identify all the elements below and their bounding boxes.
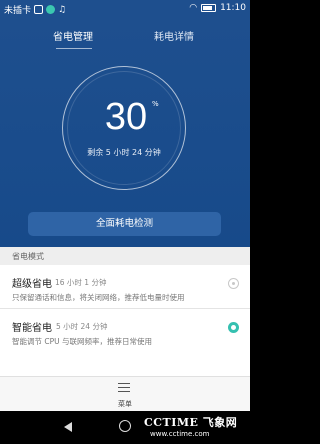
radio-dot — [231, 325, 236, 330]
status-right: ◠ 11:10 — [189, 3, 246, 13]
battery-percent: 30 — [104, 96, 148, 138]
status-time: 11:10 — [220, 3, 246, 13]
music-icon: ♫ — [58, 4, 67, 15]
radio-dot — [232, 282, 235, 285]
power-header: 省电管理 耗电详情 30 % 剩余 5 小时 24 分钟 全面耗电检测 — [0, 18, 250, 247]
mode-description: 只保留通话和信息，将关闭网络，推荐低电量时使用 — [12, 293, 185, 302]
mode-description: 智能调节 CPU 与联网频率，推荐日常使用 — [12, 337, 153, 346]
bottom-menu-bar[interactable]: 菜单 — [0, 376, 250, 412]
screen: 未插卡 ♫ ◠ 11:10 省电管理 耗电详情 30 % 剩余 5 小时 24 … — [0, 0, 250, 444]
mode-item-super-saver[interactable]: 超级省电 16 小时 1 分钟 只保留通话和信息，将关闭网络，推荐低电量时使用 — [0, 265, 250, 309]
home-icon[interactable] — [119, 420, 131, 432]
watermark-brand: CCTIME 飞象网 — [144, 416, 238, 429]
percent-sign: % — [152, 100, 159, 108]
watermark-url: www.cctime.com — [150, 430, 210, 438]
mode-time: 16 小时 1 分钟 — [55, 278, 107, 287]
menu-label: 菜单 — [118, 400, 132, 408]
wifi-icon: ◠ — [189, 3, 198, 13]
carrier-text: 未插卡 — [4, 6, 32, 16]
battery-icon — [201, 4, 217, 12]
active-tab-indicator — [56, 48, 92, 49]
notification-app-icon — [46, 5, 56, 14]
status-left: 未插卡 ♫ — [4, 3, 67, 17]
section-header: 省电模式 — [0, 247, 250, 265]
full-power-check-button[interactable]: 全面耗电检测 — [28, 212, 221, 236]
menu-icon — [118, 383, 130, 395]
status-bar: 未插卡 ♫ ◠ 11:10 — [0, 0, 250, 18]
sim-icon — [34, 5, 44, 14]
tab-power-details[interactable]: 耗电详情 — [154, 28, 194, 43]
tab-power-management[interactable]: 省电管理 — [53, 28, 93, 43]
mode-radio-selected[interactable] — [228, 322, 239, 333]
remaining-time: 剩余 5 小时 24 分钟 — [87, 148, 161, 157]
back-icon[interactable] — [64, 422, 72, 432]
mode-title: 超级省电 — [12, 279, 52, 290]
mode-time: 5 小时 24 分钟 — [56, 322, 108, 331]
section-title: 省电模式 — [12, 252, 44, 261]
mode-radio[interactable] — [228, 278, 239, 289]
mode-item-smart-saver[interactable]: 智能省电 5 小时 24 分钟 智能调节 CPU 与联网频率，推荐日常使用 — [0, 308, 250, 353]
mode-title: 智能省电 — [12, 323, 52, 334]
